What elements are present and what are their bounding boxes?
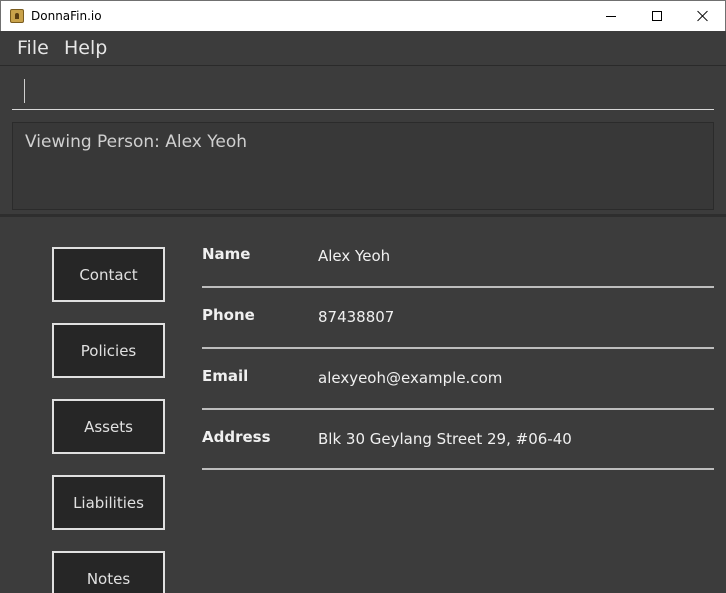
command-input[interactable] [12, 74, 714, 110]
tab-contact[interactable]: Contact [52, 247, 165, 302]
result-message: Viewing Person: Alex Yeoh [25, 132, 248, 152]
tab-policies[interactable]: Policies [52, 323, 165, 378]
address-value: Blk 30 Geylang Street 29, #06-40 [318, 430, 572, 448]
minimize-button[interactable] [588, 1, 634, 31]
email-label: Email [202, 367, 249, 385]
maximize-button[interactable] [634, 1, 680, 31]
close-icon [697, 10, 709, 22]
window-titlebar[interactable]: DonnaFin.io [0, 0, 726, 31]
app-logo-icon [10, 9, 24, 23]
menu-file[interactable]: File [17, 37, 49, 59]
command-box [0, 66, 726, 116]
email-value: alexyeoh@example.com [318, 369, 503, 387]
section-divider [0, 214, 726, 217]
text-caret [24, 79, 25, 103]
address-label: Address [202, 428, 271, 446]
tab-liabilities[interactable]: Liabilities [52, 475, 165, 530]
phone-value: 87438807 [318, 308, 395, 326]
detail-separator [202, 468, 714, 470]
detail-separator [202, 347, 714, 349]
name-label: Name [202, 245, 251, 263]
name-value: Alex Yeoh [318, 247, 391, 265]
tab-assets[interactable]: Assets [52, 399, 165, 454]
minimize-icon [606, 15, 616, 17]
detail-separator [202, 408, 714, 410]
phone-label: Phone [202, 306, 255, 324]
maximize-icon [652, 11, 662, 21]
tab-notes[interactable]: Notes [52, 551, 165, 593]
window-title: DonnaFin.io [31, 9, 102, 23]
detail-separator [202, 286, 714, 288]
menu-bar: File Help [0, 31, 726, 66]
result-display: Viewing Person: Alex Yeoh [12, 122, 714, 210]
close-button[interactable] [680, 1, 726, 31]
menu-help[interactable]: Help [64, 37, 107, 59]
